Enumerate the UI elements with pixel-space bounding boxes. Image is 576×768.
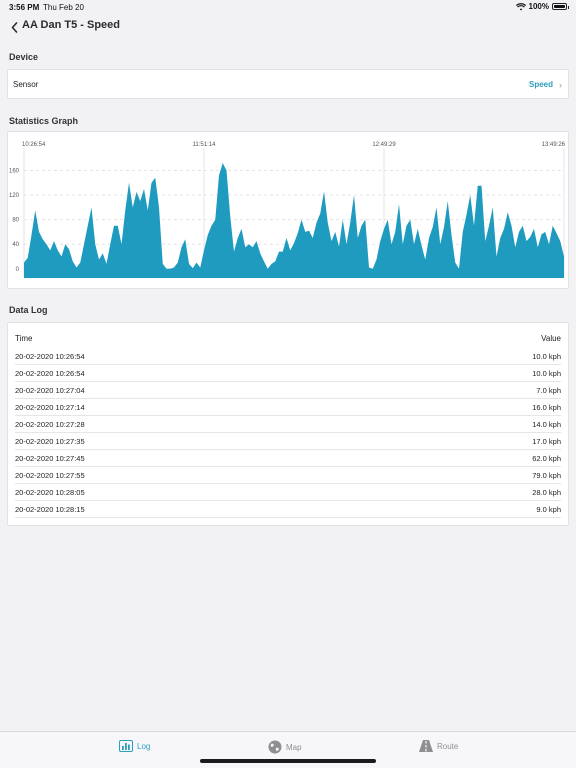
row-value: 10.0 kph	[532, 352, 561, 361]
y-tick-label: 80	[12, 218, 19, 224]
log-section-header: Data Log	[9, 305, 48, 315]
y-tick-label: 40	[12, 242, 19, 248]
sensor-row[interactable]: Sensor Speed ›	[7, 69, 569, 99]
home-indicator	[200, 759, 376, 763]
row-value: 28.0 kph	[532, 488, 561, 497]
row-time: 20-02-2020 10:28:15	[15, 505, 85, 514]
row-value: 16.0 kph	[532, 403, 561, 412]
table-row: 20-02-2020 10:26:54 10.0 kph	[15, 348, 561, 365]
column-header-time: Time	[15, 334, 33, 343]
chevron-left-icon	[11, 21, 17, 33]
table-row: 20-02-2020 10:28:05 28.0 kph	[15, 484, 561, 501]
row-time: 20-02-2020 10:27:45	[15, 454, 85, 463]
x-tick-label: 11:51:14	[193, 142, 217, 148]
navigation-bar: AA Dan T5 - Speed	[0, 14, 576, 40]
row-value: 17.0 kph	[532, 437, 561, 446]
status-bar: 3:56 PM Thu Feb 20 100%	[0, 0, 576, 14]
sensor-value: Speed	[528, 80, 553, 89]
row-value: 10.0 kph	[532, 369, 561, 378]
statistics-chart-card: 0 40 80 120 160 10:26:54 11:51:14 12:49:29 13:49…	[7, 131, 569, 289]
bar-chart-icon	[119, 740, 133, 752]
status-time: 3:56 PM	[9, 3, 40, 12]
column-header-value: Value	[541, 334, 561, 343]
tab-map[interactable]: Map	[268, 740, 302, 754]
row-time: 20-02-2020 10:27:35	[15, 437, 85, 446]
graph-section-header: Statistics Graph	[9, 116, 79, 126]
row-time: 20-02-2020 10:26:54	[15, 352, 85, 361]
y-tick-label: 120	[9, 193, 20, 199]
row-time: 20-02-2020 10:27:04	[15, 386, 85, 395]
tab-route-label: Route	[437, 741, 459, 751]
sensor-label: Sensor	[13, 80, 39, 89]
y-tick-label: 160	[9, 168, 20, 174]
tab-log-label: Log	[137, 741, 151, 751]
device-section-header: Device	[9, 52, 39, 62]
battery-percent: 100%	[528, 2, 549, 11]
chevron-right-icon: ›	[559, 80, 562, 90]
data-log-table: Time Value 20-02-2020 10:26:54 10.0 kph 20…	[7, 322, 569, 526]
tab-map-label: Map	[286, 742, 302, 752]
table-row: 20-02-2020 10:26:54 10.0 kph	[15, 365, 561, 382]
row-value: 9.0 kph	[536, 505, 561, 514]
battery-icon	[552, 3, 569, 10]
table-row: 20-02-2020 10:27:04 7.0 kph	[15, 382, 561, 399]
x-tick-label: 12:49:29	[372, 142, 396, 148]
table-body: 20-02-2020 10:26:54 10.0 kph 20-02-2020 10…	[8, 348, 568, 518]
row-time: 20-02-2020 10:28:05	[15, 488, 85, 497]
status-date: Thu Feb 20	[43, 3, 84, 12]
tab-log[interactable]: Log	[119, 740, 150, 752]
row-time: 20-02-2020 10:27:14	[15, 403, 85, 412]
wifi-icon	[515, 2, 526, 10]
status-right: 100%	[515, 2, 569, 11]
y-tick-label: 0	[16, 267, 20, 273]
page-title: AA Dan T5 - Speed	[22, 19, 120, 31]
row-value: 79.0 kph	[532, 471, 561, 480]
row-value: 62.0 kph	[532, 454, 561, 463]
table-row: 20-02-2020 10:27:55 79.0 kph	[15, 467, 561, 484]
row-time: 20-02-2020 10:27:28	[15, 420, 85, 429]
tab-route[interactable]: Route	[419, 740, 458, 752]
x-tick-label: 13:49:26	[542, 142, 566, 148]
table-row: 20-02-2020 10:27:35 17.0 kph	[15, 433, 561, 450]
x-tick-label: 10:26:54	[22, 142, 46, 148]
speed-area-series	[24, 163, 564, 278]
road-icon	[419, 740, 433, 752]
table-row: 20-02-2020 10:27:45 62.0 kph	[15, 450, 561, 467]
back-button[interactable]	[8, 20, 20, 34]
row-time: 20-02-2020 10:27:55	[15, 471, 85, 480]
statistics-chart: 0 40 80 120 160 10:26:54 11:51:14 12:49:29 13:49…	[9, 142, 566, 278]
table-row: 20-02-2020 10:27:28 14.0 kph	[15, 416, 561, 433]
row-value: 7.0 kph	[536, 386, 561, 395]
row-time: 20-02-2020 10:26:54	[15, 369, 85, 378]
row-value: 14.0 kph	[532, 420, 561, 429]
globe-icon	[268, 740, 282, 754]
table-row: 20-02-2020 10:28:15 9.0 kph	[15, 501, 561, 518]
table-row: 20-02-2020 10:27:14 16.0 kph	[15, 399, 561, 416]
